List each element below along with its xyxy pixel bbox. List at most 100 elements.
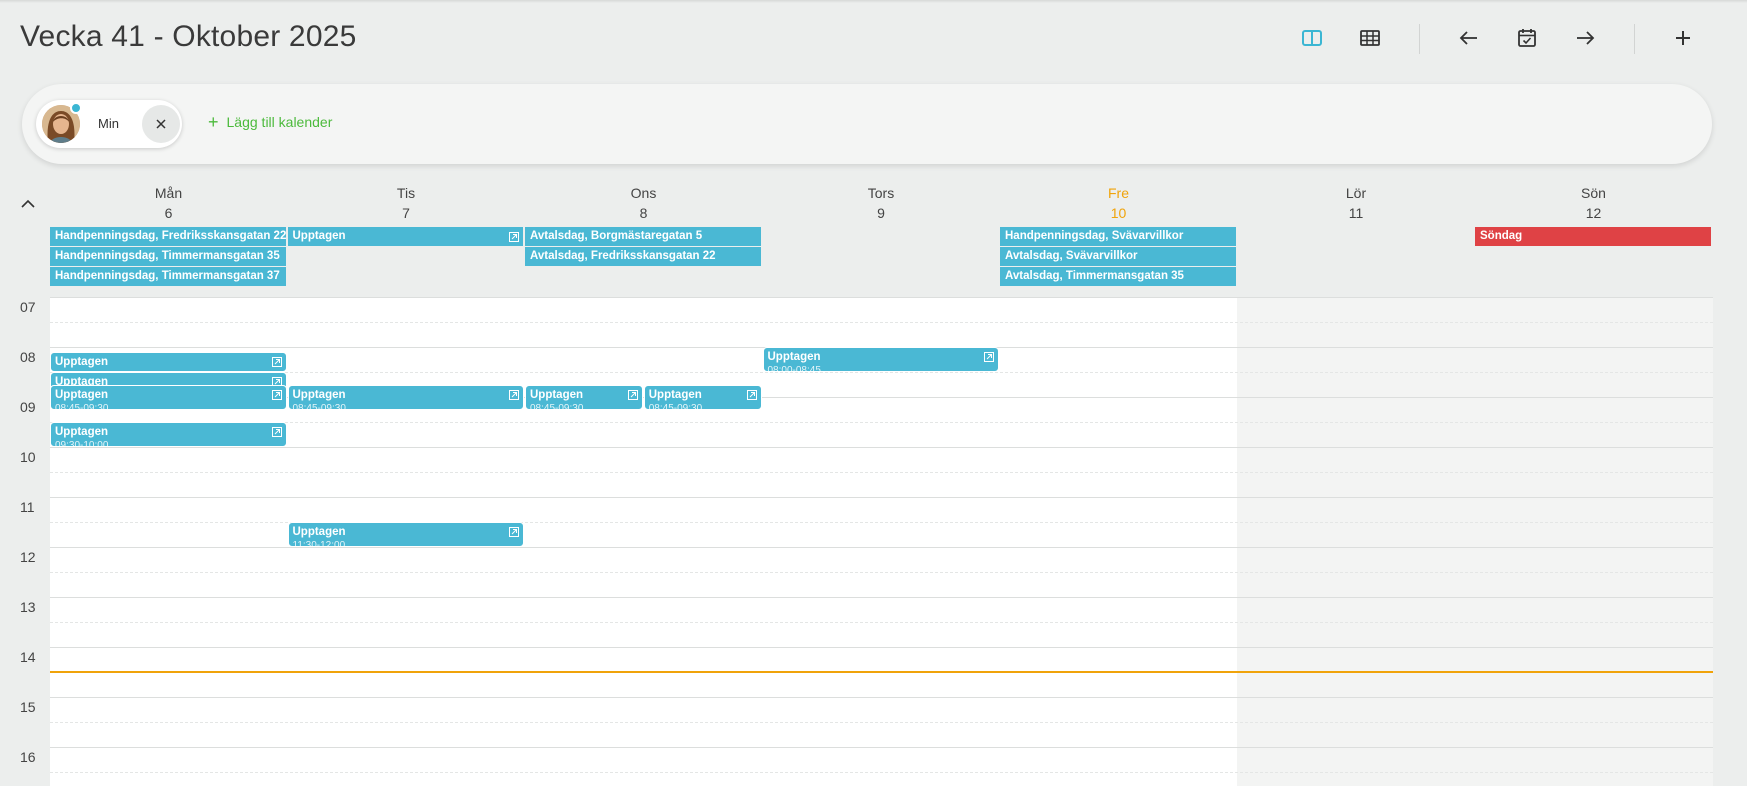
- day-name: Lör: [1345, 185, 1367, 201]
- allday-event[interactable]: Avtalsdag, Fredriksskansgatan 22: [525, 247, 761, 266]
- event-time: 08:00-08:45: [767, 365, 821, 372]
- hour-line: [50, 447, 1713, 448]
- timed-event[interactable]: Upptagen 08:45-09:30: [643, 384, 762, 410]
- allday-event[interactable]: Avtalsdag, Borgmästaregatan 5: [525, 227, 761, 246]
- day-name: Mån: [154, 185, 183, 201]
- table-view-button[interactable]: [1354, 22, 1386, 54]
- allday-event[interactable]: Handpenningsdag, Timmermansgatan 35: [50, 247, 286, 266]
- timed-event[interactable]: Upptagen 08:45-09:30: [525, 384, 643, 410]
- day-header[interactable]: Mån 6: [50, 183, 287, 223]
- allday-event-label: Handpenningsdag, Timmermansgatan 37: [55, 270, 280, 282]
- allday-event[interactable]: Upptagen: [287, 227, 523, 246]
- external-link-icon: [509, 230, 519, 246]
- allday-event-label: Handpenningsdag, Timmermansgatan 35: [55, 250, 280, 262]
- table-view-icon: [1360, 30, 1380, 46]
- allday-event[interactable]: Handpenningsdag, Timmermansgatan 37: [50, 267, 286, 286]
- allday-event[interactable]: Avtalsdag, Svävarvillkor: [1000, 247, 1236, 266]
- timed-event[interactable]: Upptagen08:15-08:45: [50, 352, 287, 372]
- hour-line: [50, 647, 1713, 648]
- allday-event[interactable]: Handpenningsdag, Fredriksskansgatan 22: [50, 227, 286, 246]
- day-header[interactable]: Fre 10: [1000, 183, 1237, 223]
- today-button[interactable]: [1511, 22, 1543, 54]
- day-number: 8: [639, 205, 648, 221]
- external-link-icon: [271, 427, 282, 440]
- plus-icon: [1676, 31, 1690, 45]
- external-link-icon: [627, 389, 638, 403]
- day-header[interactable]: Sön 12: [1475, 183, 1712, 223]
- hour-label: 11: [20, 499, 35, 515]
- external-link-icon: [271, 389, 282, 403]
- add-event-button[interactable]: [1667, 22, 1699, 54]
- event-time: 08:45-09:30: [55, 402, 109, 410]
- add-calendar-button[interactable]: + Lägg till kalender: [208, 112, 333, 132]
- allday-event-label: Avtalsdag, Timmermansgatan 35: [1005, 270, 1184, 282]
- allday-event[interactable]: Söndag: [1475, 227, 1711, 246]
- day-header[interactable]: Ons 8: [525, 183, 762, 223]
- day-header[interactable]: Lör 11: [1238, 183, 1475, 223]
- hour-line: [50, 597, 1713, 598]
- arrow-left-icon: [1459, 31, 1477, 45]
- hour-label: 15: [20, 699, 36, 715]
- half-hour-line: [50, 322, 1713, 323]
- day-number: 10: [1110, 205, 1127, 221]
- external-link-icon: [509, 527, 519, 540]
- remove-calendar-button[interactable]: [142, 105, 180, 143]
- calendar-chip-label: Min: [98, 116, 119, 131]
- hour-label: 13: [20, 599, 36, 615]
- allday-event-label: Upptagen: [292, 230, 346, 242]
- day-name: Fre: [1108, 185, 1129, 201]
- split-view-icon: [1302, 30, 1322, 46]
- timed-event[interactable]: Upptagen 09:30-10:00: [50, 422, 287, 447]
- collapse-allday-button[interactable]: [18, 194, 38, 214]
- time-grid[interactable]: Upptagen08:15-08:45UpptagenUpptagen08:45…: [50, 297, 1713, 786]
- calendar-today-icon: [1518, 29, 1536, 47]
- event-title: Upptagen: [55, 356, 109, 368]
- day-number: 6: [164, 205, 173, 221]
- hour-line: [50, 497, 1713, 498]
- header: Vecka 41 - Oktober 2025: [0, 0, 1747, 78]
- external-link-icon: [746, 389, 757, 403]
- day-header[interactable]: Tors 9: [763, 183, 1000, 223]
- plus-icon: +: [208, 112, 219, 132]
- timed-event[interactable]: Upptagen 11:30-12:00: [287, 522, 524, 547]
- hour-line: [50, 747, 1713, 748]
- allday-event-label: Avtalsdag, Svävarvillkor: [1005, 250, 1138, 262]
- event-time: 08:45-09:30: [530, 402, 584, 410]
- event-title: Upptagen: [530, 388, 584, 401]
- hour-line: [50, 297, 1713, 298]
- close-icon: [156, 119, 166, 129]
- allday-event-label: Söndag: [1480, 230, 1523, 242]
- timed-event[interactable]: Upptagen 08:45-09:30: [287, 384, 524, 410]
- event-time: 09:30-10:00: [55, 440, 109, 447]
- timed-event[interactable]: Upptagen 08:00-08:45: [762, 347, 999, 372]
- allday-event-label: Handpenningsdag, Fredriksskansgatan 22: [55, 230, 286, 242]
- event-title: Upptagen: [55, 388, 109, 401]
- event-time: 11:30-12:00: [292, 540, 346, 547]
- next-week-button[interactable]: [1569, 22, 1601, 54]
- event-title: Upptagen: [292, 526, 346, 538]
- add-calendar-label: Lägg till kalender: [226, 114, 333, 130]
- previous-week-button[interactable]: [1453, 22, 1485, 54]
- hour-label: 14: [20, 649, 36, 665]
- day-number: 7: [402, 205, 410, 221]
- half-hour-line: [50, 772, 1713, 773]
- split-view-button[interactable]: [1296, 22, 1328, 54]
- calendar-selector-bar: Min + Lägg till kalender: [22, 84, 1712, 164]
- half-hour-line: [50, 722, 1713, 723]
- half-hour-line: [50, 622, 1713, 623]
- day-name: Sön: [1581, 185, 1606, 201]
- hour-label: 12: [20, 549, 36, 565]
- event-title: Upptagen: [767, 351, 821, 363]
- day-name: Tors: [867, 185, 895, 201]
- event-title: Upptagen: [55, 426, 109, 438]
- arrow-right-icon: [1577, 31, 1595, 45]
- allday-event[interactable]: Handpenningsdag, Svävarvillkor: [1000, 227, 1236, 246]
- hour-label: 07: [20, 299, 36, 315]
- allday-event[interactable]: Avtalsdag, Timmermansgatan 35: [1000, 267, 1236, 286]
- half-hour-line: [50, 422, 1713, 423]
- timed-event[interactable]: Upptagen 08:45-09:30: [50, 384, 287, 410]
- day-header[interactable]: Tis 7: [288, 183, 525, 223]
- page-title: Vecka 41 - Oktober 2025: [20, 20, 357, 53]
- calendar-chip[interactable]: Min: [36, 100, 182, 148]
- chevron-up-icon: [21, 199, 35, 208]
